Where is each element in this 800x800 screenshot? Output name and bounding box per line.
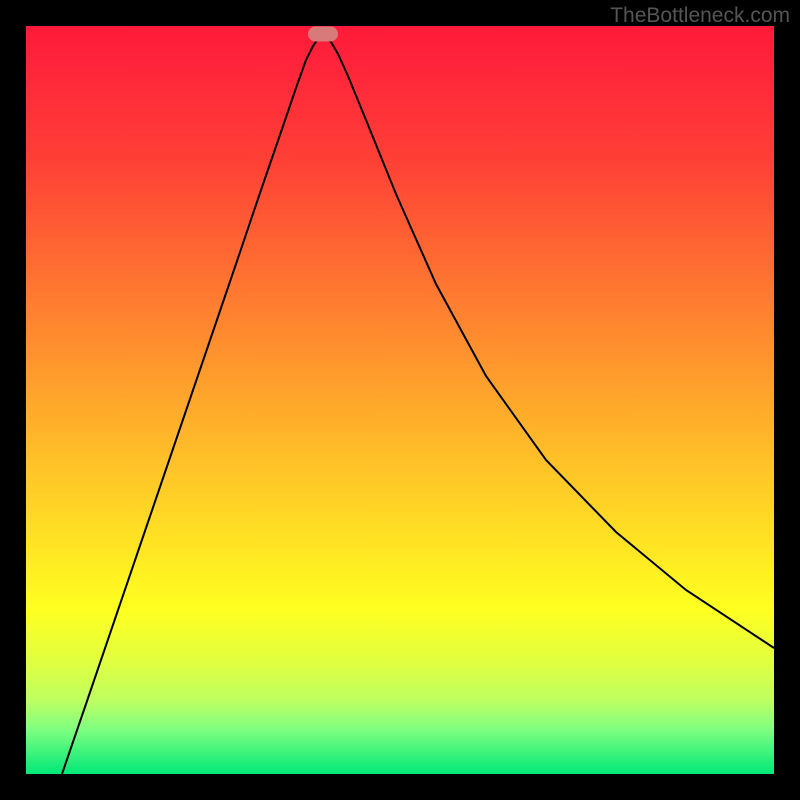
optimum-marker — [308, 27, 338, 42]
gradient-plot-area — [26, 26, 774, 774]
watermark-text: TheBottleneck.com — [610, 4, 790, 28]
